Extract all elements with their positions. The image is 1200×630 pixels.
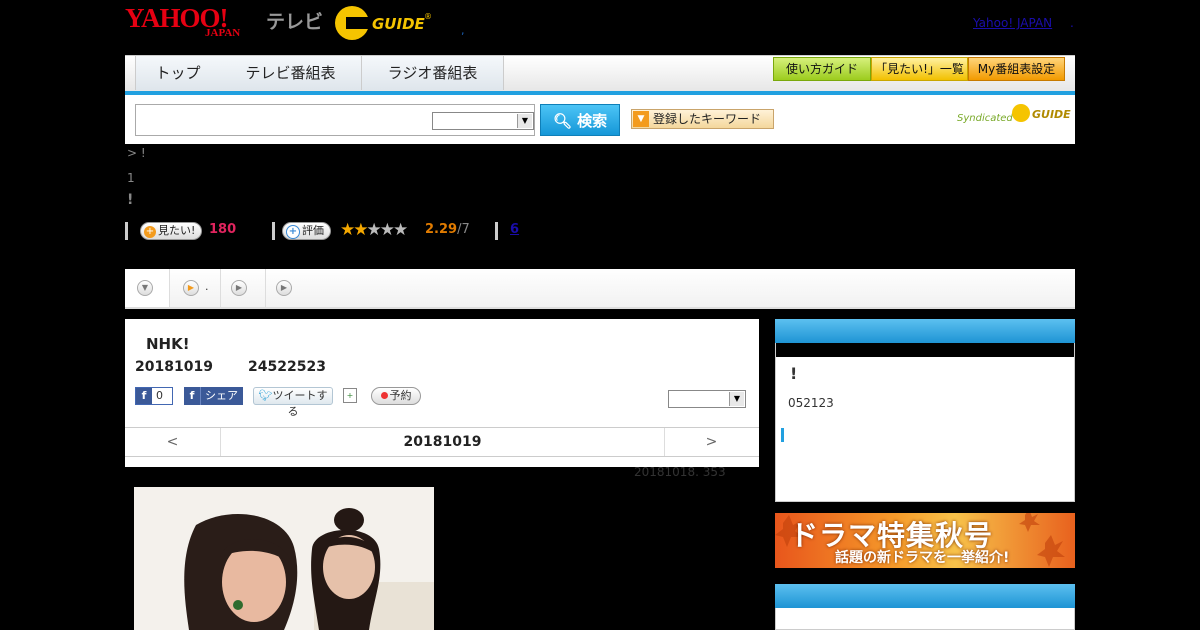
banner-subtitle: 話題の新ドラマを一挙紹介!	[835, 550, 1010, 566]
prev-date-button[interactable]: <	[125, 428, 220, 456]
sidebar-box-header	[775, 319, 1075, 343]
facebook-icon: f	[184, 387, 201, 405]
view-tab-4[interactable]: ▶	[266, 269, 310, 307]
facebook-share-button[interactable]: f シェア	[184, 387, 243, 405]
tv-logo-text: テレビ	[266, 11, 324, 33]
rate-button[interactable]: + 評価	[282, 222, 331, 240]
twitter-bird-icon: 🐦︎	[258, 389, 273, 402]
next-date-button[interactable]: >	[664, 428, 759, 456]
add-to-calendar-icon[interactable]: +	[343, 388, 357, 403]
facebook-like-button[interactable]: f0	[135, 387, 173, 405]
want-button[interactable]: + 見たい!	[140, 222, 203, 240]
gguide-logo-cutout	[346, 17, 369, 29]
mitai-list-button[interactable]: 「見たい!」一覧	[871, 57, 968, 81]
view-tab-2-label: .	[205, 280, 209, 293]
stat-divider	[495, 222, 498, 240]
syndicated-gguide-icon	[1012, 104, 1030, 122]
my-schedule-settings-button[interactable]: My番組表設定	[968, 57, 1065, 81]
star-empty-icon: ★	[366, 220, 382, 240]
registered-mark: ®	[424, 12, 432, 21]
want-count: 180	[209, 222, 237, 237]
program-date: 20181019	[135, 359, 213, 375]
arrow-down-icon: ▼	[633, 110, 649, 127]
plus-icon: +	[286, 225, 300, 239]
star-filled-icon: ★	[340, 220, 355, 240]
breadcrumb: > !	[127, 146, 146, 160]
header-trailing-dot: .	[1070, 16, 1074, 30]
sidebar-box-text: 052123	[788, 396, 834, 410]
registered-keywords-label: 登録したキーワード	[653, 112, 762, 126]
rating-value: 2.29/7	[425, 222, 470, 237]
chevron-down-icon: ▼	[137, 280, 153, 296]
facebook-icon: f	[136, 388, 152, 404]
tab-radio-schedule[interactable]: ラジオ番組表	[362, 56, 504, 90]
play-icon: ▶	[231, 280, 247, 296]
search-icon: 🔍︎	[552, 112, 572, 130]
review-count-link[interactable]: 6	[510, 222, 519, 237]
view-tab-2[interactable]: ▶ .	[170, 269, 221, 307]
registered-keywords-button[interactable]: ▼ 登録したキーワード	[631, 109, 774, 129]
program-action-select[interactable]: ▼	[668, 390, 746, 408]
syndicated-label: Syndicated	[957, 113, 1013, 124]
header-separator: ,	[461, 24, 465, 37]
star-empty-icon: ★	[379, 220, 395, 240]
panel-bottom-border	[125, 456, 759, 457]
stat-divider	[272, 222, 275, 240]
rate-label: 評価	[302, 224, 324, 237]
program-photo	[134, 487, 434, 630]
sidebar-box-subheader	[776, 343, 1074, 357]
play-icon: ▶	[276, 280, 292, 296]
facebook-share-label: シェア	[205, 389, 238, 402]
program-subtitle: !	[127, 192, 134, 208]
sidebar-box-2-header	[775, 584, 1075, 608]
record-icon	[380, 392, 388, 399]
tab-top[interactable]: トップ	[135, 56, 221, 90]
facebook-like-count: 0	[156, 389, 163, 402]
tweet-button[interactable]: 🐦︎ツイートする	[253, 387, 333, 418]
search-category-select[interactable]: ▼	[432, 112, 534, 130]
current-date: 20181019	[220, 428, 665, 456]
chevron-down-icon: ▼	[517, 114, 532, 128]
program-title: NHK!	[146, 335, 190, 353]
gguide-logo-text: GUIDE	[372, 15, 425, 33]
yahoo-japan-link[interactable]: Yahoo! JAPAN	[973, 16, 1052, 30]
play-icon: ▶	[183, 280, 199, 296]
plus-icon: +	[144, 226, 156, 238]
usage-guide-button[interactable]: 使い方ガイド	[773, 57, 871, 81]
program-time: 24522523	[248, 359, 326, 375]
star-empty-icon: ★	[393, 220, 408, 240]
search-button-label: 検索	[577, 112, 608, 130]
want-label: 見たい!	[158, 224, 196, 237]
sidebar-box-title: !	[790, 364, 798, 383]
view-tab-3[interactable]: ▶	[221, 269, 266, 307]
stat-divider	[125, 222, 128, 240]
update-meta: 20181018. 353	[634, 465, 726, 479]
search-button[interactable]: 🔍︎ 検索	[540, 104, 620, 136]
reserve-recording-button[interactable]: 予約	[371, 387, 421, 405]
program-photo-image	[134, 487, 434, 630]
episode-line: 1	[127, 171, 135, 185]
tab-tv-schedule[interactable]: テレビ番組表	[220, 56, 362, 90]
rating-score: 2.29	[425, 222, 458, 237]
rating-stars: ★★★★★	[340, 220, 408, 240]
reserve-label: 予約	[389, 389, 412, 402]
syndicated-brand: GUIDE	[1032, 108, 1071, 121]
yahoo-japan-logo-text: JAPAN	[205, 27, 241, 39]
rating-total: /7	[457, 222, 470, 237]
star-filled-icon: ★	[353, 220, 368, 240]
view-tab-1[interactable]: ▼	[125, 269, 170, 307]
sidebar-accent-bar	[781, 428, 784, 442]
chevron-down-icon: ▼	[729, 392, 744, 406]
